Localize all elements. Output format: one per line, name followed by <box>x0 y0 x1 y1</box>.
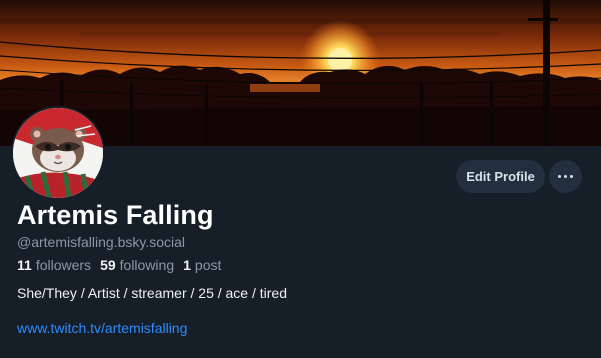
posts-count: 1 <box>183 257 191 273</box>
posts-stat: 1 post <box>183 257 221 273</box>
posts-label: post <box>194 257 222 273</box>
avatar[interactable] <box>11 106 105 200</box>
edit-profile-button[interactable]: Edit Profile <box>456 160 545 193</box>
more-horizontal-icon <box>557 175 575 178</box>
following-label: following <box>119 257 175 273</box>
followers-stat[interactable]: 11 followers <box>17 257 91 273</box>
profile-page: Edit Profile Artemis Falling @artemisfal… <box>0 0 601 358</box>
followers-count: 11 <box>17 257 32 273</box>
following-stat[interactable]: 59 following <box>100 257 174 273</box>
followers-label: followers <box>35 257 92 273</box>
profile-stats: 11 followers 59 following 1 post <box>17 257 230 273</box>
display-name: Artemis Falling <box>17 200 214 230</box>
profile-link[interactable]: www.twitch.tv/artemisfalling <box>17 320 187 336</box>
following-count: 59 <box>100 257 116 273</box>
profile-bio: She/They / Artist / streamer / 25 / ace … <box>17 285 287 301</box>
profile-handle: @artemisfalling.bsky.social <box>17 234 186 250</box>
edit-profile-label: Edit Profile <box>466 169 535 184</box>
avatar-image <box>13 108 103 198</box>
more-options-button[interactable] <box>549 160 582 193</box>
